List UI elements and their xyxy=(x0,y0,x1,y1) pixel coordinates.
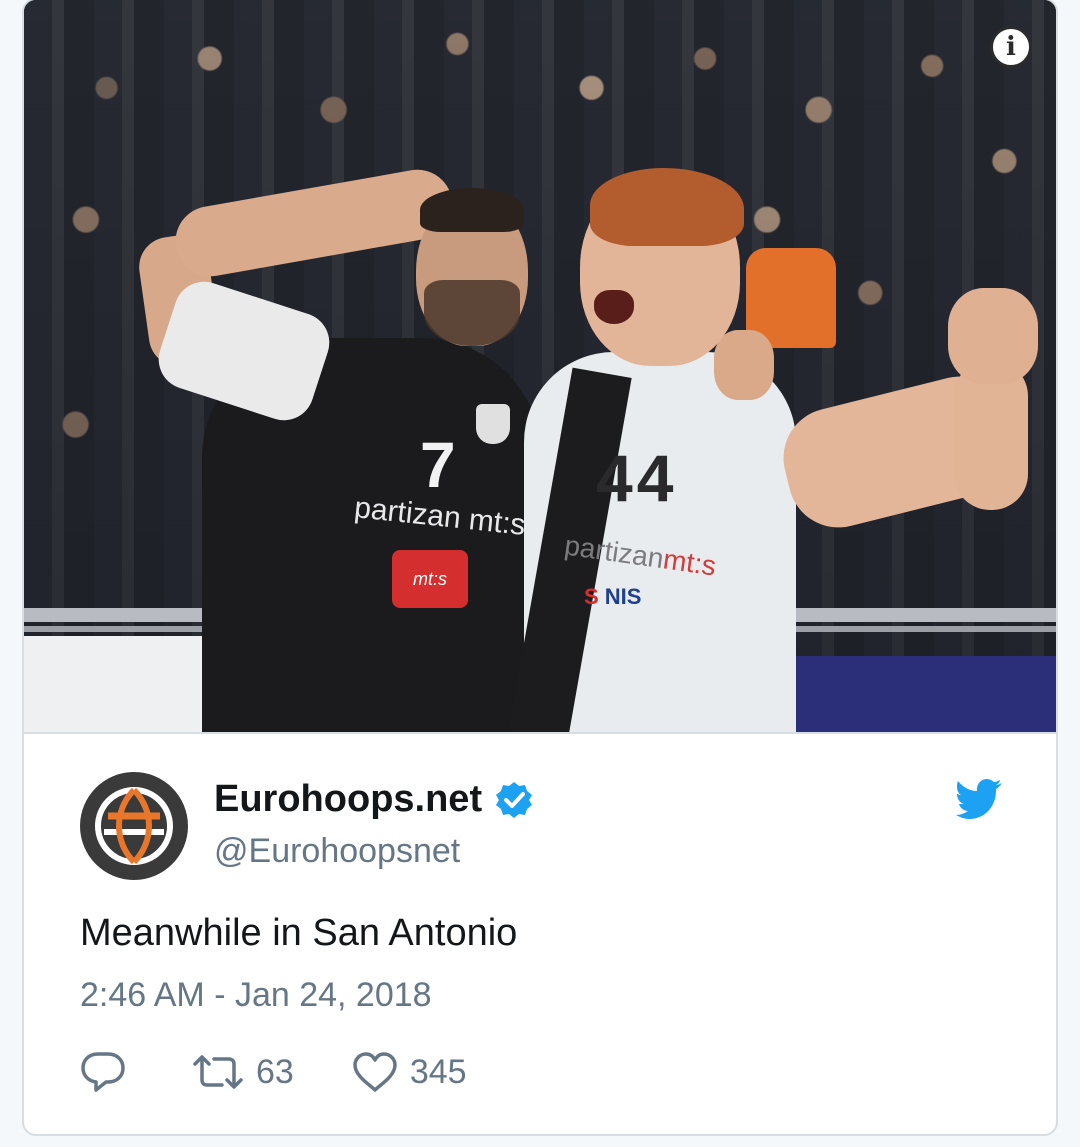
embedded-tweet-card[interactable]: 7 partizan mt:s mt:s 44 partizanmt:s S NI… xyxy=(22,0,1058,1136)
info-icon[interactable]: i xyxy=(990,26,1032,68)
verified-badge-icon xyxy=(496,781,533,818)
sponsor-badge: mt:s xyxy=(392,550,468,608)
heart-icon xyxy=(353,1052,397,1092)
twitter-bird-icon[interactable] xyxy=(956,778,1004,820)
club-crest xyxy=(476,404,510,444)
retweet-count: 63 xyxy=(256,1052,294,1091)
author-handle[interactable]: @Eurohoopsnet xyxy=(214,832,460,871)
avatar[interactable] xyxy=(80,772,188,880)
author-display-name[interactable]: Eurohoops.net xyxy=(214,778,534,821)
tweet-photo[interactable]: 7 partizan mt:s mt:s 44 partizanmt:s S NI… xyxy=(24,0,1056,734)
player-right-sponsor2: S NIS xyxy=(584,584,642,609)
like-count: 345 xyxy=(409,1052,467,1091)
retweet-icon xyxy=(193,1055,243,1089)
raised-fist xyxy=(948,288,1038,384)
reply-icon xyxy=(81,1052,125,1092)
ad-board-blue xyxy=(774,656,1056,732)
player-left-number: 7 xyxy=(420,429,456,501)
tweet-timestamp[interactable]: 2:46 AM - Jan 24, 2018 xyxy=(80,976,432,1015)
retweet-button[interactable]: 63 xyxy=(192,1053,294,1092)
like-button[interactable]: 345 xyxy=(352,1051,467,1093)
player-right-number: 44 xyxy=(596,441,678,515)
reply-button[interactable] xyxy=(80,1051,126,1093)
tweet-text: Meanwhile in San Antonio xyxy=(80,912,518,954)
basketball-logo-icon xyxy=(95,787,173,865)
tweet-actions: 63 345 xyxy=(80,1048,467,1096)
